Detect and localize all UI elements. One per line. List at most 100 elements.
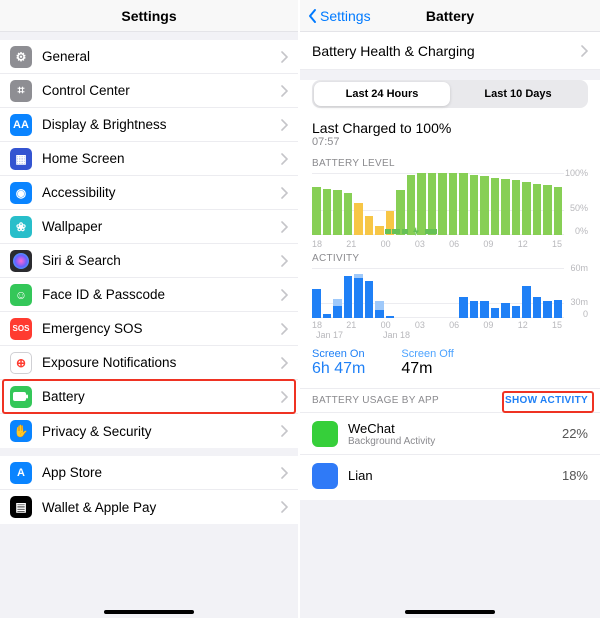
chevron-right-icon xyxy=(280,425,288,437)
show-activity-button[interactable]: SHOW ACTIVITY xyxy=(505,395,588,406)
hand-icon: ✋ xyxy=(10,420,32,442)
x-tick: 00 xyxy=(381,239,391,249)
level-bar xyxy=(501,173,510,235)
face-icon: ☺ xyxy=(10,284,32,306)
chevron-right-icon xyxy=(280,289,288,301)
row-label: App Store xyxy=(42,465,280,480)
chevron-right-icon xyxy=(280,501,288,513)
activity-bar xyxy=(449,268,458,318)
battery-health-row[interactable]: Battery Health & Charging xyxy=(300,32,600,70)
home-indicator[interactable] xyxy=(104,610,194,614)
x-tick: 09 xyxy=(483,239,493,249)
flower-icon: ❀ xyxy=(10,216,32,238)
settings-row-display-brightness[interactable]: AADisplay & Brightness xyxy=(0,108,298,142)
settings-row-siri-search[interactable]: Siri & Search xyxy=(0,244,298,278)
x-date: Jan 18 xyxy=(383,330,410,340)
row-label: Face ID & Passcode xyxy=(42,287,280,302)
x-tick: 09 xyxy=(483,320,493,330)
seg-last-10d[interactable]: Last 10 Days xyxy=(450,82,586,106)
settings-row-battery[interactable]: Battery xyxy=(0,380,298,414)
time-range-segmented[interactable]: Last 24 Hours Last 10 Days xyxy=(312,80,588,108)
settings-row-face-id-passcode[interactable]: ☺ Face ID & Passcode xyxy=(0,278,298,312)
level-bar xyxy=(375,173,384,235)
SOS-icon: SOS xyxy=(10,318,32,340)
app-usage-row[interactable]: WeChatBackground Activity22% xyxy=(300,412,600,454)
home-indicator[interactable] xyxy=(405,610,495,614)
chevron-right-icon xyxy=(280,51,288,63)
settings-row-wallet-apple-pay[interactable]: ▤Wallet & Apple Pay xyxy=(0,490,298,524)
settings-row-home-screen[interactable]: ▦Home Screen xyxy=(0,142,298,176)
seg-last-24h[interactable]: Last 24 Hours xyxy=(314,82,450,106)
screen-on-label: Screen On xyxy=(312,348,365,360)
ylab-60m: 60m xyxy=(570,263,588,273)
row-label: Wallet & Apple Pay xyxy=(42,500,280,515)
level-bar xyxy=(396,173,405,235)
row-label: Siri & Search xyxy=(42,253,280,268)
settings-row-app-store[interactable]: AApp Store xyxy=(0,456,298,490)
activity-bar xyxy=(491,268,500,318)
right-navbar: Settings Battery xyxy=(300,0,600,32)
activity-bar xyxy=(554,268,563,318)
activity-bar xyxy=(501,268,510,318)
activity-bar xyxy=(533,268,542,318)
exposure-icon: ⊕ xyxy=(10,352,32,374)
level-bar xyxy=(554,173,563,235)
activity-bar xyxy=(459,268,468,318)
row-label: Accessibility xyxy=(42,185,280,200)
row-label: Wallpaper xyxy=(42,219,280,234)
x-tick: 21 xyxy=(346,239,356,249)
activity-chart[interactable]: 60m 30m 0 1821000306091215 Jan 17Jan 18 xyxy=(312,266,588,340)
settings-row-privacy-security[interactable]: ✋ Privacy & Security xyxy=(0,414,298,448)
left-navbar: Settings xyxy=(0,0,298,32)
ylab-0: 0% xyxy=(575,226,588,236)
settings-list-pane: Settings ⚙︎General⌗Control CenterAADispl… xyxy=(0,0,300,618)
back-button[interactable]: Settings xyxy=(308,8,371,24)
chevron-right-icon xyxy=(280,221,288,233)
battery-icon xyxy=(10,386,32,408)
level-bar xyxy=(459,173,468,235)
activity-bar xyxy=(375,268,384,318)
app-percent: 22% xyxy=(562,426,588,441)
activity-header: ACTIVITY xyxy=(300,249,600,266)
chevron-right-icon xyxy=(280,119,288,131)
row-label: Battery xyxy=(42,389,280,404)
level-bar xyxy=(365,173,374,235)
x-tick: 12 xyxy=(518,320,528,330)
battery-level-chart[interactable]: 100% 50% 0% 1821000306091215 xyxy=(312,171,588,249)
chevron-right-icon xyxy=(280,255,288,267)
settings-row-emergency-sos[interactable]: SOS Emergency SOS xyxy=(0,312,298,346)
x-tick: 18 xyxy=(312,239,322,249)
app-subtitle: Background Activity xyxy=(348,436,562,447)
row-label: Emergency SOS xyxy=(42,321,280,336)
gear-icon: ⚙︎ xyxy=(10,46,32,68)
screen-on-value: 6h 47m xyxy=(312,360,365,378)
level-bar xyxy=(491,173,500,235)
row-label: Control Center xyxy=(42,83,280,98)
right-scroll[interactable]: Battery Health & Charging Last 24 Hours … xyxy=(300,32,600,500)
chevron-right-icon xyxy=(280,467,288,479)
settings-row-control-center[interactable]: ⌗Control Center xyxy=(0,74,298,108)
level-bar xyxy=(543,173,552,235)
app-usage-row[interactable]: Lian18% xyxy=(300,454,600,496)
chevron-right-icon xyxy=(280,357,288,369)
activity-bar xyxy=(386,268,395,318)
settings-row-exposure-notifications[interactable]: ⊕Exposure Notifications xyxy=(0,346,298,380)
level-bar xyxy=(438,173,447,235)
last-charged: Last Charged to 100% 07:57 xyxy=(300,118,600,154)
level-bar xyxy=(417,173,426,235)
chevron-right-icon xyxy=(280,85,288,97)
settings-row-wallpaper[interactable]: ❀ Wallpaper xyxy=(0,210,298,244)
left-title: Settings xyxy=(121,8,176,24)
level-bar xyxy=(533,173,542,235)
row-label: Privacy & Security xyxy=(42,424,280,439)
screen-stats: Screen On 6h 47m Screen Off 47m xyxy=(300,340,600,388)
level-bar xyxy=(449,173,458,235)
settings-row-general[interactable]: ⚙︎General xyxy=(0,40,298,74)
usage-by-app-label: BATTERY USAGE BY APP xyxy=(312,395,439,406)
activity-bar xyxy=(417,268,426,318)
x-tick: 18 xyxy=(312,320,322,330)
screen-off-value: 47m xyxy=(401,360,453,378)
settings-row-accessibility[interactable]: ◉Accessibility xyxy=(0,176,298,210)
x-tick: 06 xyxy=(449,239,459,249)
chevron-left-icon xyxy=(308,8,318,24)
